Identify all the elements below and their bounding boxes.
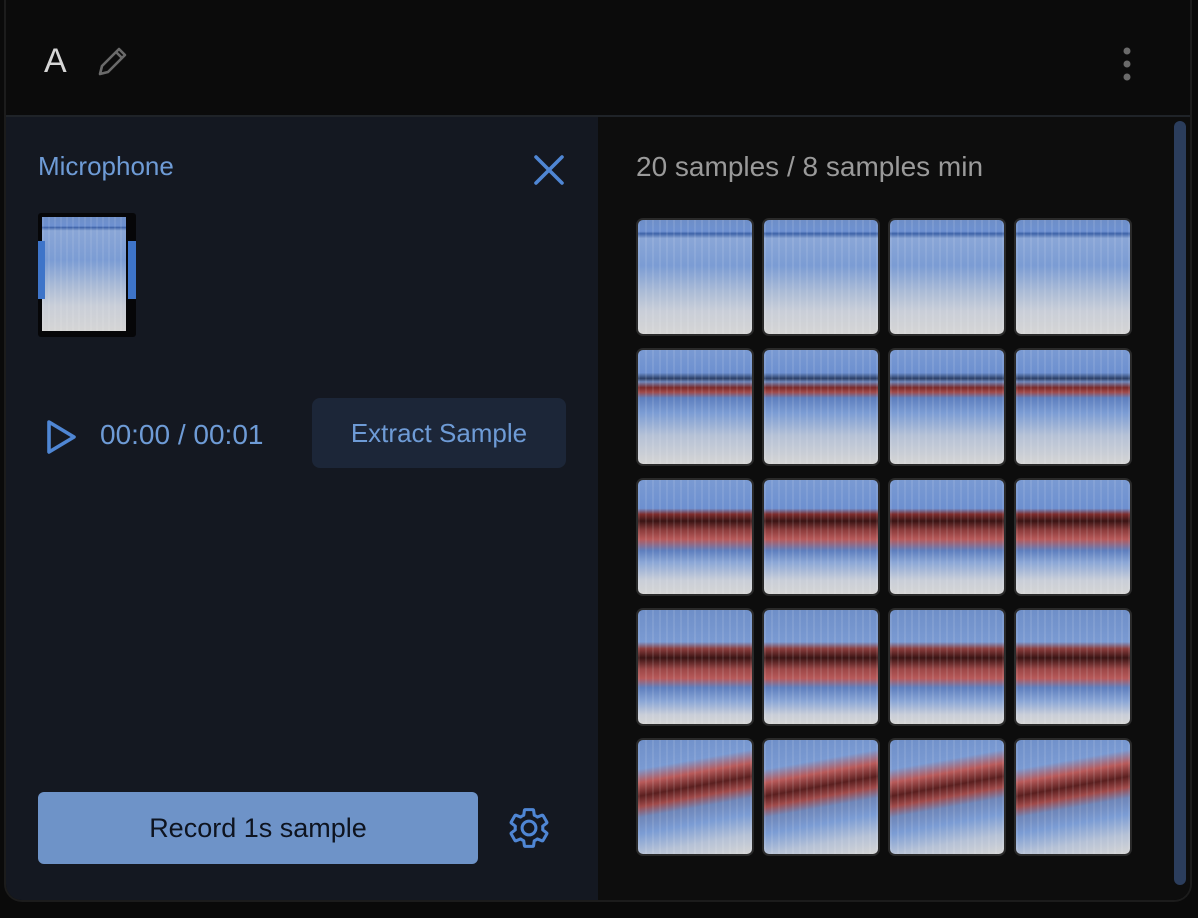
card-header: A [6, 0, 1190, 117]
sample-thumbnail[interactable] [636, 478, 754, 596]
trim-handle-left[interactable] [38, 241, 45, 299]
samples-scrollbar[interactable] [1172, 117, 1188, 900]
sample-thumbnail[interactable] [1014, 608, 1132, 726]
sample-thumbnail[interactable] [1014, 348, 1132, 466]
pencil-icon[interactable] [92, 42, 132, 82]
more-vert-icon[interactable] [1112, 44, 1142, 84]
record-sample-button[interactable]: Record 1s sample [38, 792, 478, 864]
samples-grid [636, 218, 1134, 856]
time-display: 00:00 / 00:01 [100, 419, 264, 450]
class-name[interactable]: A [44, 42, 67, 81]
sample-thumbnail[interactable] [636, 348, 754, 466]
samples-count: 20 samples / 8 samples min [636, 151, 984, 182]
audio-class-card: A Microphone 00:00 / 00:01 Extract Sampl… [4, 0, 1192, 902]
sample-thumbnail[interactable] [762, 738, 880, 856]
sample-thumbnail[interactable] [1014, 738, 1132, 856]
source-label: Microphone [38, 151, 174, 181]
sample-thumbnail[interactable] [636, 738, 754, 856]
sample-thumbnail[interactable] [762, 218, 880, 336]
recorder-panel: Microphone 00:00 / 00:01 Extract Sample … [6, 117, 598, 900]
sample-thumbnail[interactable] [1014, 218, 1132, 336]
sample-thumbnail[interactable] [762, 608, 880, 726]
samples-panel: 20 samples / 8 samples min [598, 117, 1190, 900]
sample-thumbnail[interactable] [888, 738, 1006, 856]
sample-thumbnail[interactable] [762, 478, 880, 596]
scrollbar-thumb[interactable] [1174, 121, 1186, 885]
trim-handle-right[interactable] [128, 241, 136, 299]
extract-sample-button[interactable]: Extract Sample [312, 398, 566, 468]
recording-spectrogram [42, 217, 126, 331]
sample-thumbnail[interactable] [888, 218, 1006, 336]
sample-thumbnail[interactable] [636, 608, 754, 726]
recording-preview [38, 213, 136, 337]
play-icon[interactable] [44, 419, 78, 455]
close-icon[interactable] [530, 151, 568, 189]
sample-thumbnail[interactable] [888, 608, 1006, 726]
sample-thumbnail[interactable] [1014, 478, 1132, 596]
sample-thumbnail[interactable] [888, 478, 1006, 596]
gear-icon[interactable] [506, 805, 552, 851]
sample-thumbnail[interactable] [888, 348, 1006, 466]
sample-thumbnail[interactable] [762, 348, 880, 466]
sample-thumbnail[interactable] [636, 218, 754, 336]
